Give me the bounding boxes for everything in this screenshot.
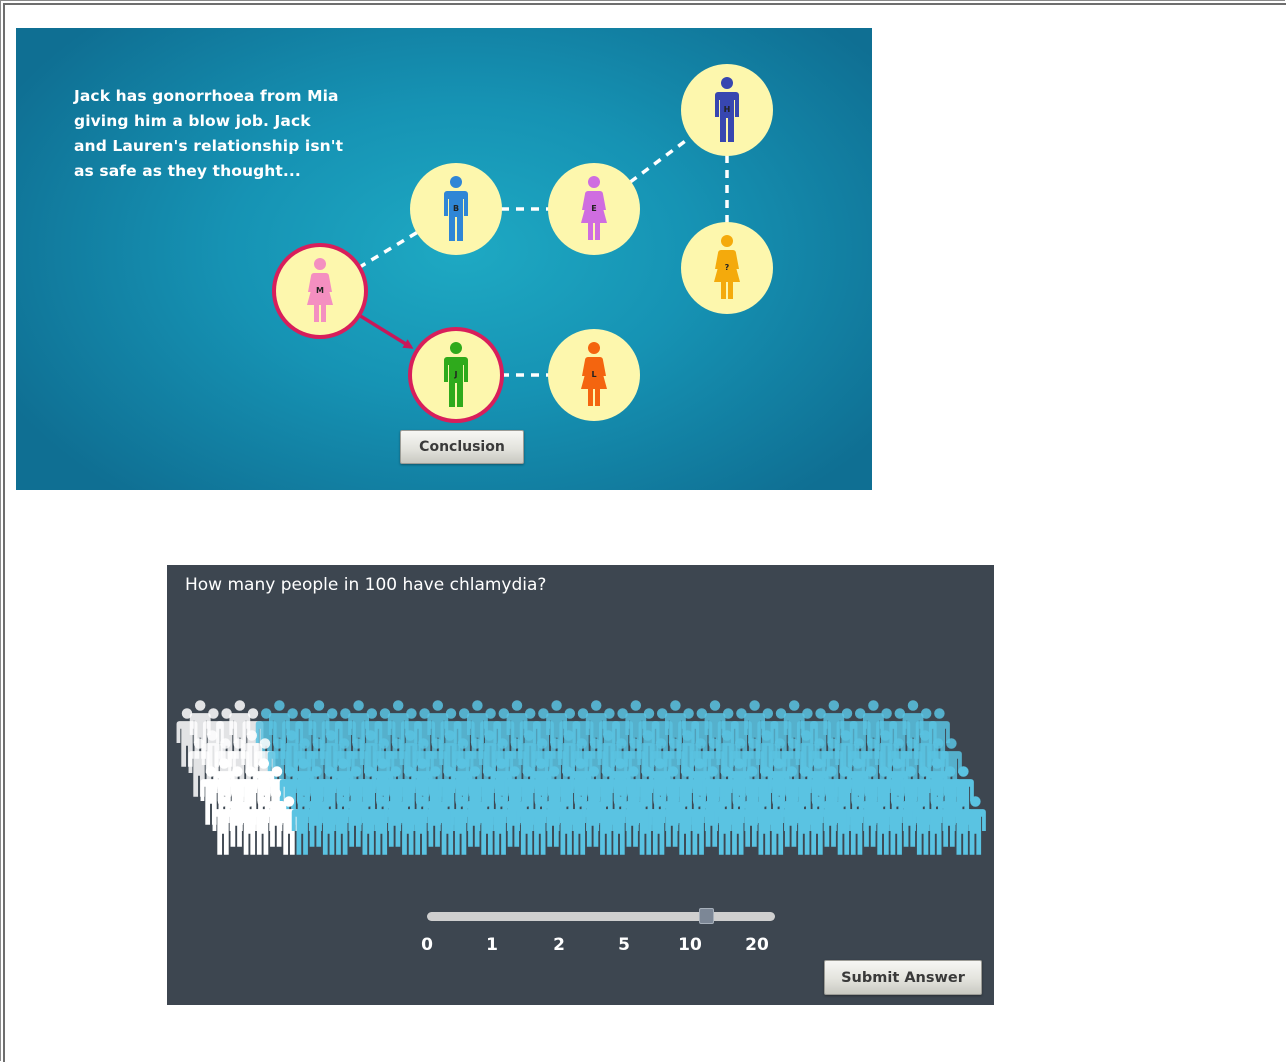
node-label: H (724, 105, 731, 114)
question-text: How many people in 100 have chlamydia? (185, 575, 547, 595)
slider-tick-0[interactable]: 0 (421, 935, 433, 955)
slider-handle[interactable] (699, 908, 714, 924)
submit-answer-button[interactable]: Submit Answer (824, 960, 982, 995)
chlamydia-quiz-panel: How many people in 100 have chlamydia? 0… (167, 565, 994, 1005)
node-label: J (454, 370, 458, 379)
node-label: ? (725, 263, 730, 272)
person-node-b[interactable]: B (410, 163, 502, 255)
scenario-caption: Jack has gonorrhoea from Mia giving him … (74, 84, 374, 184)
caption-line: giving him a blow job. Jack (74, 112, 311, 130)
person-node-j[interactable]: J (408, 327, 504, 423)
caption-line: as safe as they thought... (74, 162, 301, 180)
connection-links (357, 135, 729, 377)
slider-tick-10[interactable]: 10 (678, 935, 702, 955)
node-label: B (453, 204, 459, 213)
caption-line: and Lauren's relationship isn't (74, 137, 344, 155)
person-node-e[interactable]: E (548, 163, 640, 255)
person-node-h[interactable]: H (681, 64, 773, 156)
conclusion-button[interactable]: Conclusion (400, 430, 524, 464)
node-label: M (316, 286, 324, 295)
link-M-B (357, 230, 419, 270)
link-E-H (629, 135, 692, 184)
person-node-q[interactable]: ? (681, 222, 773, 314)
slider-tick-20[interactable]: 20 (745, 935, 769, 955)
slider-tick-1[interactable]: 1 (486, 935, 498, 955)
people-crowd-graphic (176, 700, 986, 855)
slider-tick-2[interactable]: 2 (553, 935, 565, 955)
node-label: L (591, 370, 596, 379)
person-node-m[interactable]: M (272, 243, 368, 339)
transmission-arrow (359, 314, 414, 349)
caption-line: Jack has gonorrhoea from Mia (74, 87, 339, 105)
slider-tick-5[interactable]: 5 (618, 935, 630, 955)
answer-slider[interactable] (427, 908, 775, 924)
person-node-l[interactable]: L (548, 329, 640, 421)
node-label: E (591, 204, 596, 213)
network-scenario-panel: M B E H? J L Jack has gonorrhoea from Mia giv… (16, 28, 872, 490)
